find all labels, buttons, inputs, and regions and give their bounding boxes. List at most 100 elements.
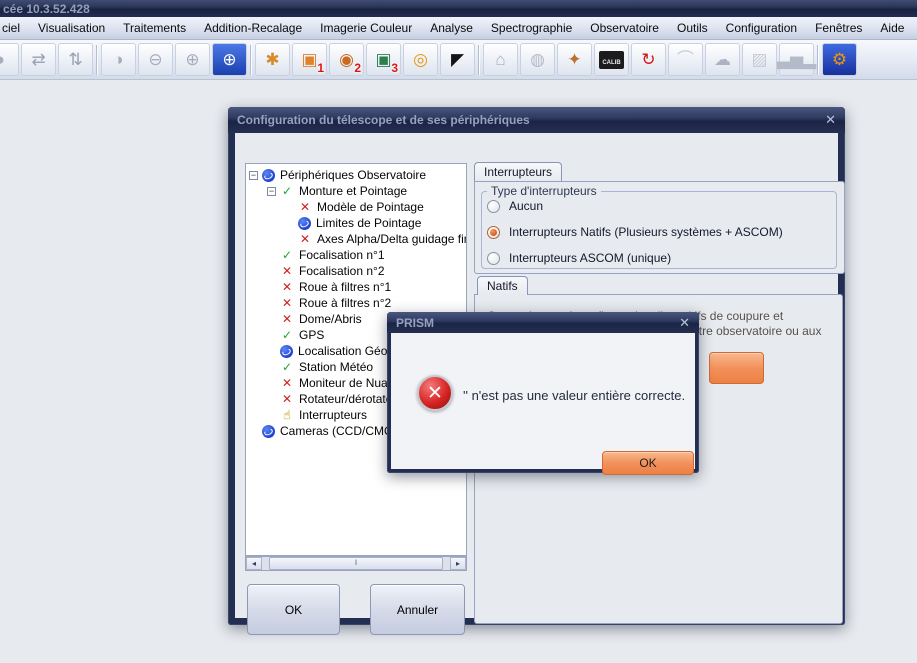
menu-item-spectrographie[interactable]: Spectrographie <box>482 18 581 38</box>
interrupteurs-tab-page: Type d'interrupteurs AucunInterrupteurs … <box>474 181 845 274</box>
expander-spacer <box>285 235 294 244</box>
tree-item[interactable]: ✕Roue à filtres n°2 <box>246 295 466 311</box>
inspect-image-icon-glyph: ⊕ <box>222 51 236 68</box>
menu-item-visualisation[interactable]: Visualisation <box>29 18 114 38</box>
region-blob-icon[interactable]: ☁ <box>705 43 740 76</box>
rotate-icon[interactable]: ↻ <box>631 43 666 76</box>
config-ok-button[interactable]: OK <box>247 584 340 635</box>
tree-item-label: Station Météo <box>299 360 373 374</box>
close-icon[interactable]: ✕ <box>679 315 690 331</box>
expander-minus-icon[interactable]: − <box>249 171 258 180</box>
close-icon[interactable]: ✕ <box>825 112 836 128</box>
contrast-icon[interactable]: ◑ <box>101 43 136 76</box>
tab-natifs[interactable]: Natifs <box>477 276 528 295</box>
flip-vertical-icon[interactable]: ⇅ <box>58 43 93 76</box>
zoom-in-icon-glyph: ⊕ <box>185 51 199 68</box>
tree-item[interactable]: Limites de Pointage <box>246 215 466 231</box>
cross-icon: ✕ <box>280 393 294 406</box>
camera-1-icon[interactable]: ▣1 <box>292 43 327 76</box>
menu-item-ciel[interactable]: ciel <box>0 18 29 38</box>
flip-horizontal-icon-glyph: ⇄ <box>31 51 45 68</box>
calib-icon[interactable]: CALIB <box>594 43 629 76</box>
config-cancel-button[interactable]: Annuler <box>370 584 465 635</box>
expander-spacer <box>267 251 276 260</box>
histogram-icon-glyph: ▃▅▂ <box>777 51 816 68</box>
toolbar-separator <box>817 45 819 75</box>
curve-icon-glyph: ⌒ <box>677 51 694 68</box>
lens-2-icon[interactable]: ◉2 <box>329 43 364 76</box>
gear-wheel-icon[interactable]: ✱ <box>255 43 290 76</box>
radio-option[interactable]: Interrupteurs ASCOM (unique) <box>487 251 783 265</box>
error-dialog-titlebar[interactable]: PRISM ✕ <box>387 312 699 333</box>
flip-horizontal-icon[interactable]: ⇄ <box>21 43 56 76</box>
dome-icon-glyph: ⌂ <box>495 51 505 68</box>
scrollbar-thumb[interactable]: ‖ <box>269 557 443 570</box>
cross-icon: ✕ <box>280 313 294 326</box>
menu-item-fen-tres[interactable]: Fenêtres <box>806 18 871 38</box>
radio-option[interactable]: Interrupteurs Natifs (Plusieurs systèmes… <box>487 225 783 239</box>
tree-item[interactable]: ✕Modèle de Pointage <box>246 199 466 215</box>
dome-icon[interactable]: ⌂ <box>483 43 518 76</box>
expander-spacer <box>285 203 294 212</box>
expander-spacer <box>285 219 294 228</box>
expander-minus-icon[interactable]: − <box>267 187 276 196</box>
automation-gears-icon[interactable]: ⚙ <box>822 43 857 76</box>
sky-globe-icon[interactable]: ◍ <box>520 43 555 76</box>
tree-item[interactable]: ✕Focalisation n°2 <box>246 263 466 279</box>
tab-interrupteurs[interactable]: Interrupteurs <box>474 162 562 181</box>
error-ok-button[interactable]: OK <box>602 451 694 475</box>
tree-item[interactable]: ✓Focalisation n°1 <box>246 247 466 263</box>
menu-item-outils[interactable]: Outils <box>668 18 717 38</box>
expander-spacer <box>267 347 276 356</box>
menu-item-traitements[interactable]: Traitements <box>114 18 195 38</box>
sky-globe-icon-glyph: ◍ <box>530 51 545 68</box>
cross-icon: ✕ <box>298 233 312 246</box>
radio-icon <box>487 200 500 213</box>
rotate-icon-glyph: ↻ <box>641 51 655 68</box>
camera-number-badge: 3 <box>391 61 398 75</box>
globe-icon <box>280 345 293 358</box>
automation-gears-icon-glyph: ⚙ <box>832 51 847 68</box>
histogram-icon[interactable]: ▃▅▂ <box>779 43 814 76</box>
hand-icon: ☝ <box>280 409 294 422</box>
menu-item-analyse[interactable]: Analyse <box>421 18 482 38</box>
camera-3-icon[interactable]: ▣3 <box>366 43 401 76</box>
expander-spacer <box>267 315 276 324</box>
curve-icon[interactable]: ⌒ <box>668 43 703 76</box>
scrollbar-track[interactable]: ‖ <box>262 557 450 570</box>
frame-icon[interactable]: ▨ <box>742 43 777 76</box>
menu-item-configuration[interactable]: Configuration <box>717 18 806 38</box>
error-message: '' n'est pas une valeur entière correcte… <box>463 388 688 403</box>
zoom-out-icon[interactable]: ⊖ <box>138 43 173 76</box>
scroll-right-icon[interactable]: ▸ <box>450 557 466 570</box>
inspect-image-icon[interactable]: ⊕ <box>212 43 247 76</box>
config-dialog-titlebar[interactable]: Configuration du télescope et de ses pér… <box>228 107 845 133</box>
tree-item-label: Dome/Abris <box>299 312 362 326</box>
error-dialog-title: PRISM <box>396 316 434 330</box>
tree-item[interactable]: ✕Roue à filtres n°1 <box>246 279 466 295</box>
setup-wrench-icon[interactable]: ✦ <box>557 43 592 76</box>
scroll-left-icon[interactable]: ◂ <box>246 557 262 570</box>
radio-option[interactable]: Aucun <box>487 199 783 213</box>
gear-wheel-icon-glyph: ✱ <box>265 51 279 68</box>
zoom-in-icon[interactable]: ⊕ <box>175 43 210 76</box>
menu-item-imagerie-couleur[interactable]: Imagerie Couleur <box>311 18 421 38</box>
expander-spacer <box>267 363 276 372</box>
telescope-icon[interactable]: ◤ <box>440 43 475 76</box>
globe-icon <box>298 217 311 230</box>
menu-item-observatoire[interactable]: Observatoire <box>581 18 668 38</box>
focuser-icon[interactable]: ◎ <box>403 43 438 76</box>
menu-item-aide[interactable]: Aide <box>871 18 913 38</box>
tree-item[interactable]: −Périphériques Observatoire <box>246 167 466 183</box>
tree-item[interactable]: ✕Axes Alpha/Delta guidage fin <box>246 231 466 247</box>
radio-icon <box>487 252 500 265</box>
menu-item-addition-recalage[interactable]: Addition-Recalage <box>195 18 311 38</box>
check-icon: ✓ <box>280 249 294 262</box>
natifs-action-button[interactable] <box>709 352 764 384</box>
calib-icon-glyph: CALIB <box>599 51 623 69</box>
image-half-circle-icon[interactable]: ◗ <box>0 43 19 76</box>
camera-number-badge: 1 <box>317 61 324 75</box>
expander-spacer <box>267 267 276 276</box>
tree-horizontal-scrollbar[interactable]: ◂ ‖ ▸ <box>245 556 467 571</box>
tree-item[interactable]: −✓Monture et Pointage <box>246 183 466 199</box>
